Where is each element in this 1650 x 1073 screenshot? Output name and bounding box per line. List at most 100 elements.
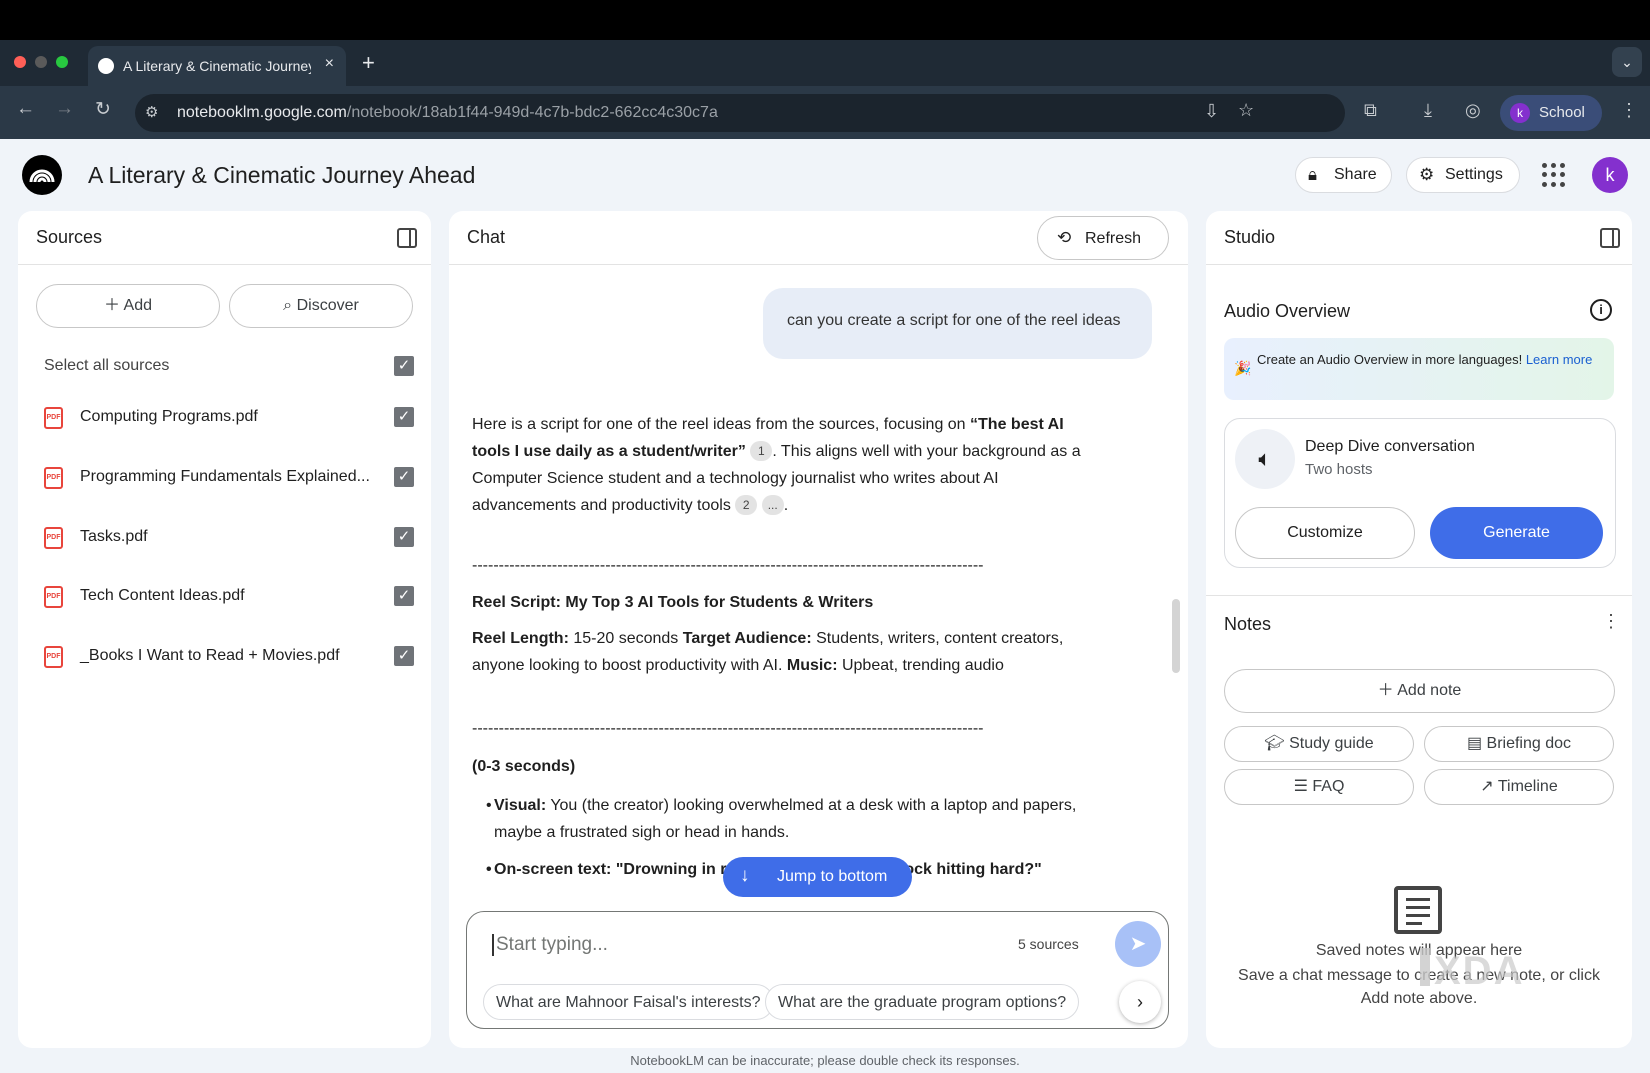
deep-dive-subtitle: Two hosts [1305,461,1373,478]
forward-arrow-icon[interactable]: → [55,98,74,120]
source-name: Computing Programs.pdf [80,408,258,425]
script-title: Reel Script: My Top 3 AI Tools for Stude… [472,594,874,611]
party-popper-icon: 🎉 [1234,360,1252,376]
tab-search-chevron-icon[interactable]: ⌄ [1612,47,1642,77]
pdf-icon: PDF [44,527,63,549]
chat-header: Chat ⟲ Refresh [449,211,1188,265]
speaker-icon: 🔈︎ [1235,429,1295,489]
deep-dive-card: 🔈︎ Deep Dive conversation Two hosts Cust… [1224,418,1616,568]
window-close-button[interactable] [14,56,26,68]
install-app-icon[interactable]: ⇩ [1204,101,1219,122]
bookmark-star-icon[interactable]: ☆ [1238,100,1254,121]
more-citations-chip[interactable]: ... [761,495,784,515]
profile-avatar: k [1510,103,1530,123]
source-name: Tasks.pdf [80,528,148,545]
address-bar[interactable]: ⚙ notebooklm.google.com/notebook/18ab1f4… [135,94,1345,132]
divider: ----------------------------------------… [472,557,984,574]
tab-title: A Literary & Cinematic Journey Ahead [123,58,311,74]
chat-scrollbar[interactable] [1172,599,1180,673]
section-heading: (0-3 seconds) [472,758,576,775]
chat-input[interactable]: Start typing... [492,934,608,956]
svg-text:XDA: XDA [1434,949,1524,993]
send-button[interactable]: ➤ [1115,921,1161,967]
collapse-panel-icon[interactable] [397,228,417,248]
source-item[interactable]: PDF Programming Fundamentals Explained..… [44,464,414,494]
suggestion-chip[interactable]: What are Mahnoor Faisal's interests? [483,984,774,1020]
source-item[interactable]: PDF Tasks.pdf ✓ [44,524,414,554]
reload-icon[interactable]: ↻ [95,98,111,121]
add-note-button[interactable]: ＋ Add note [1224,669,1615,713]
user-avatar[interactable]: k [1592,157,1628,193]
sources-panel: Sources ＋ Add ⌕ Discover Select all sour… [18,211,431,1048]
notebooklm-logo-icon[interactable] [22,155,62,195]
discover-button[interactable]: ⌕ Discover [229,284,413,328]
script-meta: Reel Length: 15-20 seconds Target Audien… [472,630,1064,674]
source-count: 5 sources [1018,936,1079,952]
settings-button[interactable]: ⚙ Settings [1406,157,1520,193]
window-zoom-button[interactable] [56,56,68,68]
url-text[interactable]: notebooklm.google.com/notebook/18ab1f44-… [177,104,718,122]
assistant-response: Here is a script for one of the reel ide… [472,411,1092,899]
citation-chip[interactable]: 2 [735,495,758,515]
new-tab-button[interactable]: + [362,50,375,76]
refresh-button[interactable]: ⟲ Refresh [1037,216,1169,260]
select-all-checkbox[interactable]: ✓ [394,356,414,376]
arrow-down-icon: ↓ [740,865,750,886]
source-item[interactable]: PDF Tech Content Ideas.pdf ✓ [44,583,414,613]
apps-grid-icon[interactable] [1542,163,1566,187]
source-checkbox[interactable]: ✓ [394,646,414,666]
select-all-row[interactable]: Select all sources ✓ [44,353,414,383]
study-guide-button[interactable]: 🎓︎ Study guide [1224,726,1414,762]
downloads-icon[interactable]: ⤓ [1424,100,1432,121]
source-name: Programming Fundamentals Explained... [80,468,370,485]
chevron-right-icon[interactable]: › [1119,981,1161,1023]
jump-to-bottom-button[interactable]: ↓ Jump to bottom [723,857,912,897]
suggestion-chip[interactable]: What are the graduate program options? [765,984,1080,1020]
source-checkbox[interactable]: ✓ [394,407,414,427]
notebooklm-favicon-icon [98,58,114,74]
source-item[interactable]: PDF _Books I Want to Read + Movies.pdf ✓ [44,643,414,673]
profile-chip[interactable]: k School [1500,95,1602,131]
citation-chip[interactable]: 1 [750,441,773,461]
response-intro: Here is a script for one of the reel ide… [472,416,1081,515]
back-arrow-icon[interactable]: ← [16,98,35,120]
languages-banner: 🎉 Create an Audio Overview in more langu… [1224,338,1614,400]
chat-panel: Chat ⟲ Refresh can you create a script f… [449,211,1188,1048]
divider: ----------------------------------------… [472,720,984,737]
notes-title: Notes [1224,614,1272,634]
notes-menu-icon[interactable]: ⋮ [1602,611,1620,632]
refresh-icon: ⟲ [1057,228,1072,247]
source-item[interactable]: PDF Computing Programs.pdf ✓ [44,404,414,434]
generate-button[interactable]: Generate [1430,507,1603,559]
window-minimize-button[interactable] [35,56,47,68]
sources-title: Sources [36,227,103,247]
extensions-puzzle-icon[interactable]: ⧉ [1364,100,1377,121]
timeline-button[interactable]: ↗ Timeline [1424,769,1614,805]
learn-more-link[interactable]: Learn more [1526,352,1592,367]
share-button[interactable]: 🔒︎ Share [1295,157,1392,193]
performance-icon[interactable]: ◎ [1465,100,1481,121]
faq-button[interactable]: ☰ FAQ [1224,769,1414,805]
tab-close-icon[interactable]: × [325,55,334,73]
disclaimer: NotebookLM can be inaccurate; please dou… [630,1053,1020,1068]
notes-divider [1206,595,1632,596]
macos-top-bar [0,0,1650,40]
source-checkbox[interactable]: ✓ [394,527,414,547]
lock-icon: 🔒︎ [1308,165,1318,184]
chat-composer: Start typing... 5 sources ➤ What are Mah… [466,911,1169,1029]
collapse-panel-icon[interactable] [1600,228,1620,248]
info-icon[interactable]: i [1590,299,1612,321]
customize-button[interactable]: Customize [1235,507,1415,559]
bullet-visual: Visual: You (the creator) looking overwh… [472,792,1092,846]
source-checkbox[interactable]: ✓ [394,467,414,487]
add-source-button[interactable]: ＋ Add [36,284,220,328]
gear-icon: ⚙ [1419,165,1435,184]
deep-dive-title: Deep Dive conversation [1305,438,1475,455]
briefing-doc-button[interactable]: ▤ Briefing doc [1424,726,1614,762]
source-name: _Books I Want to Read + Movies.pdf [80,647,340,664]
source-checkbox[interactable]: ✓ [394,586,414,606]
notebook-title[interactable]: A Literary & Cinematic Journey Ahead [88,162,475,189]
site-info-icon[interactable]: ⚙ [145,103,158,121]
browser-menu-icon[interactable]: ⋮ [1620,100,1638,121]
browser-tab[interactable]: A Literary & Cinematic Journey Ahead × [88,46,346,86]
